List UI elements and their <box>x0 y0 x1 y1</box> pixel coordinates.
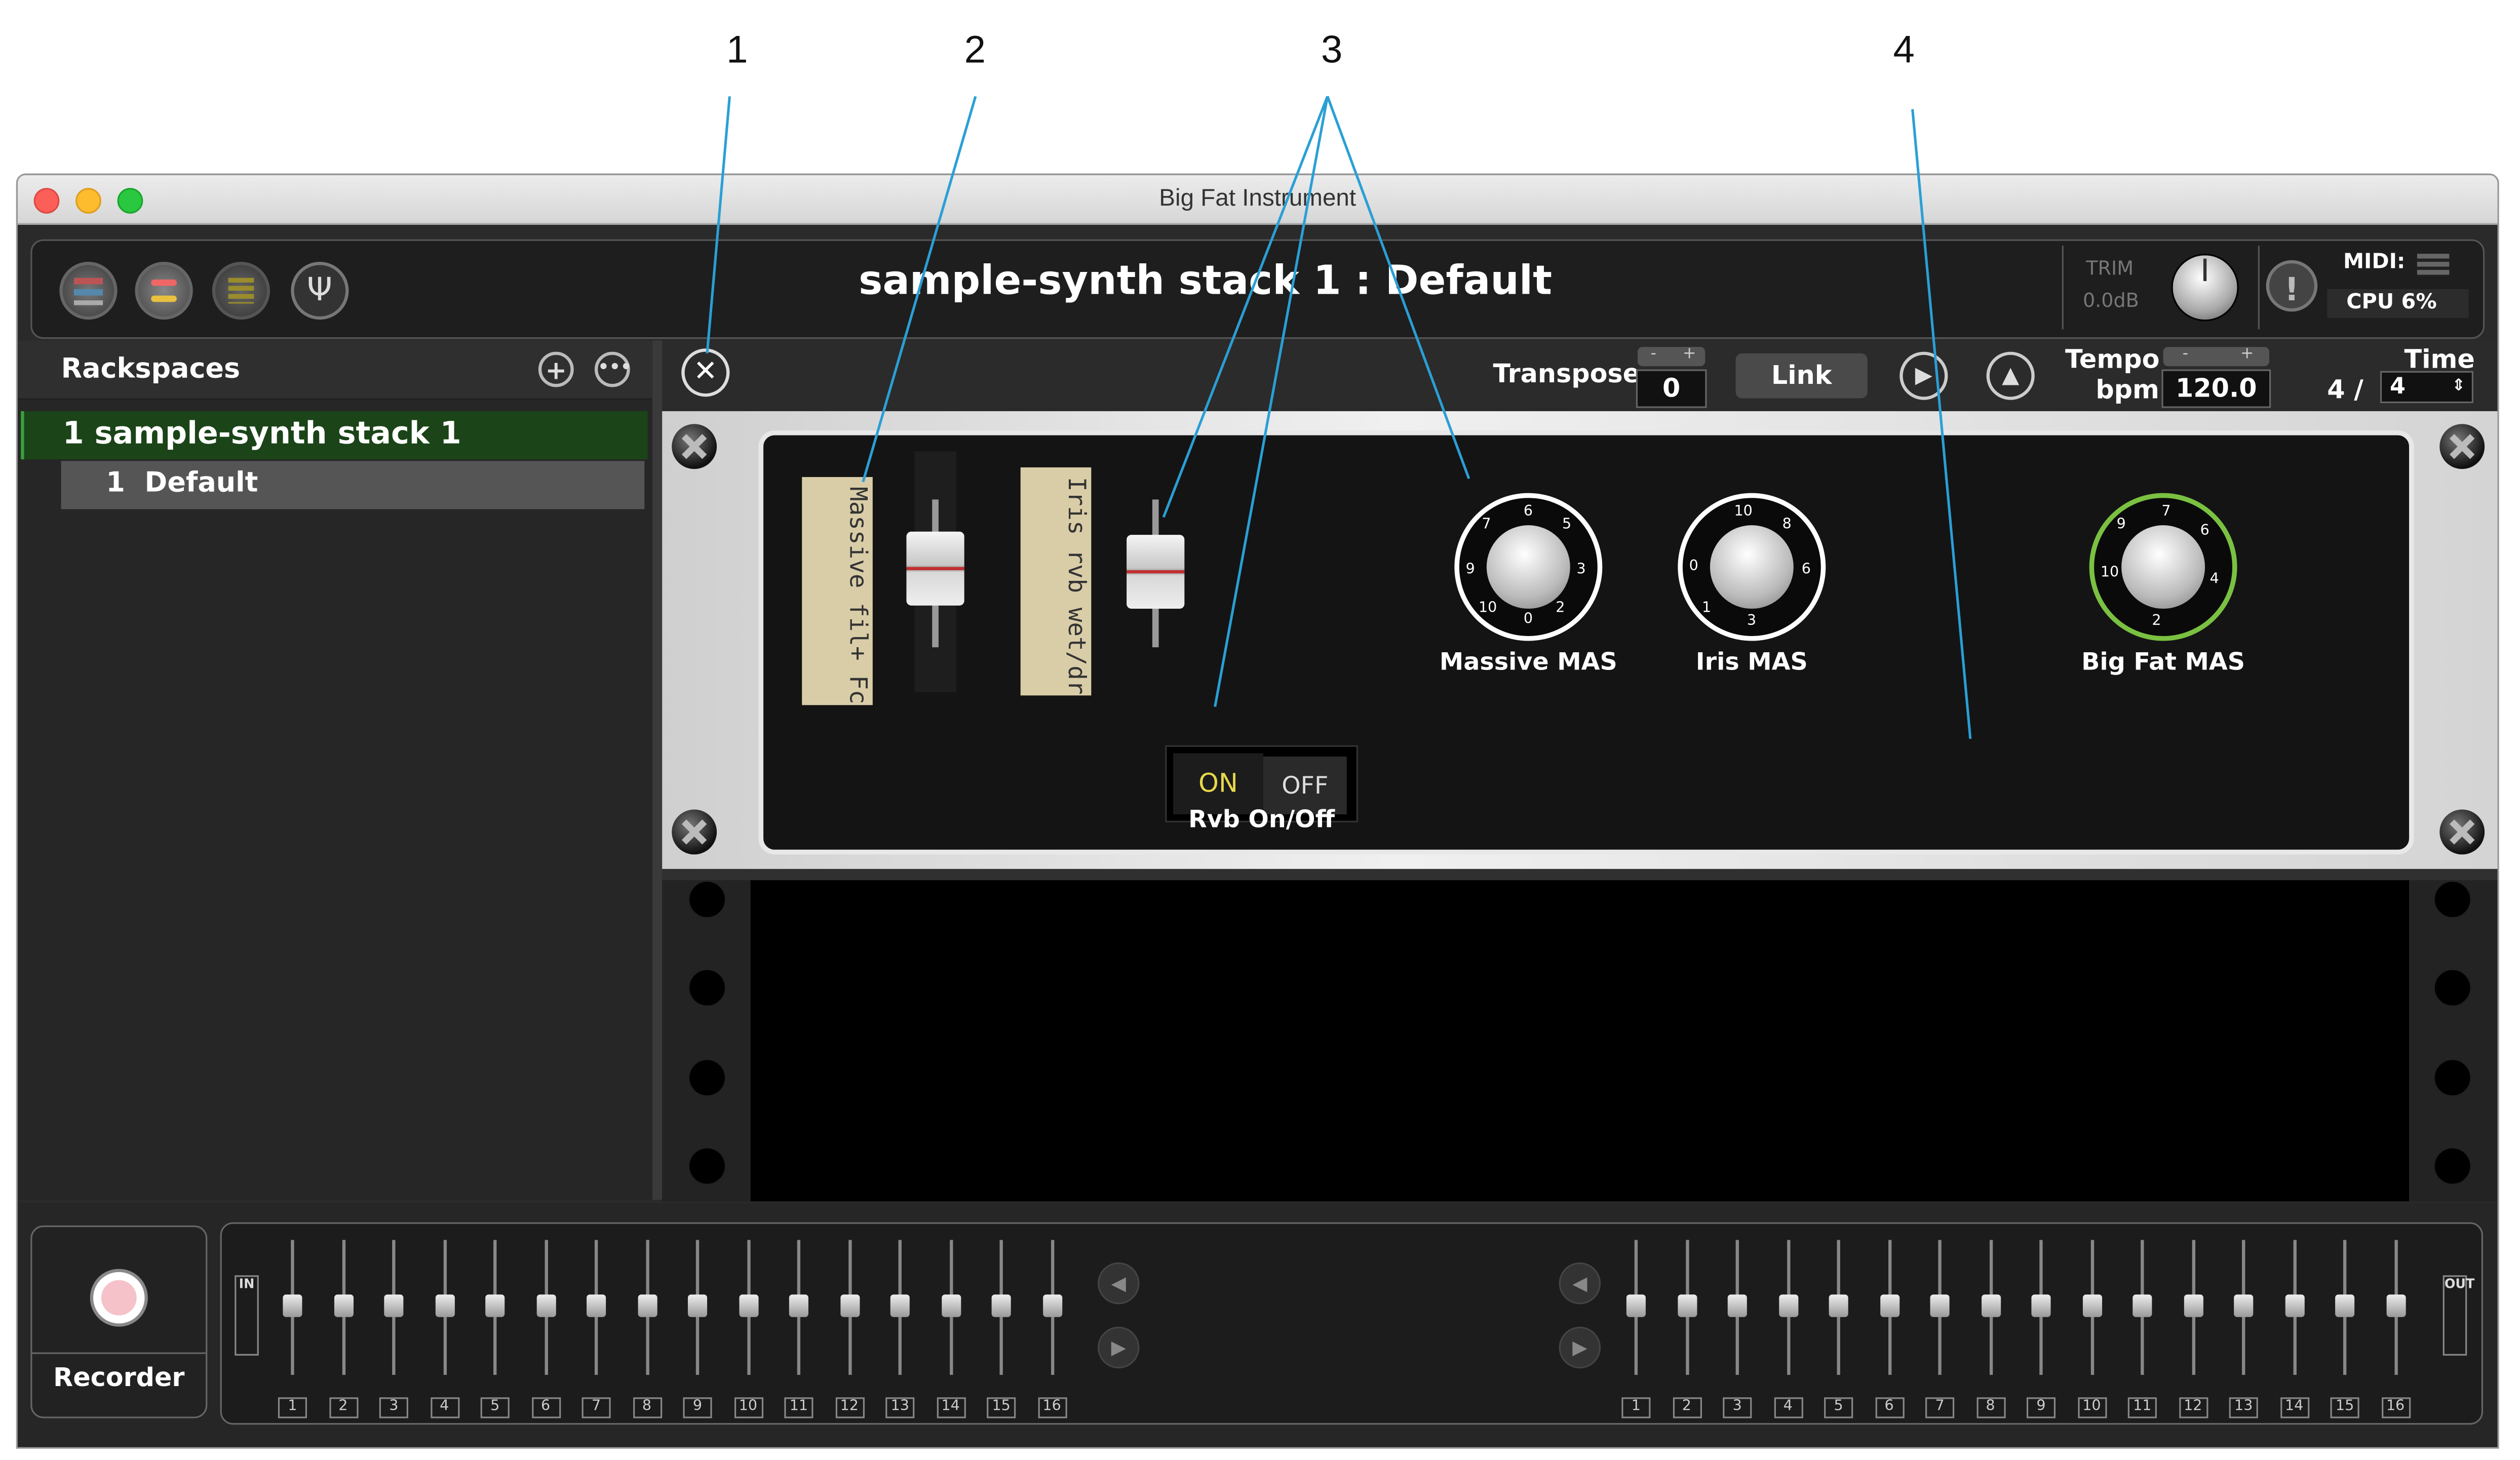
figure: 1 2 3 4 Big Fat Instrument Ψ sample-synt… <box>0 0 2520 1460</box>
callout-lines <box>706 96 1972 739</box>
